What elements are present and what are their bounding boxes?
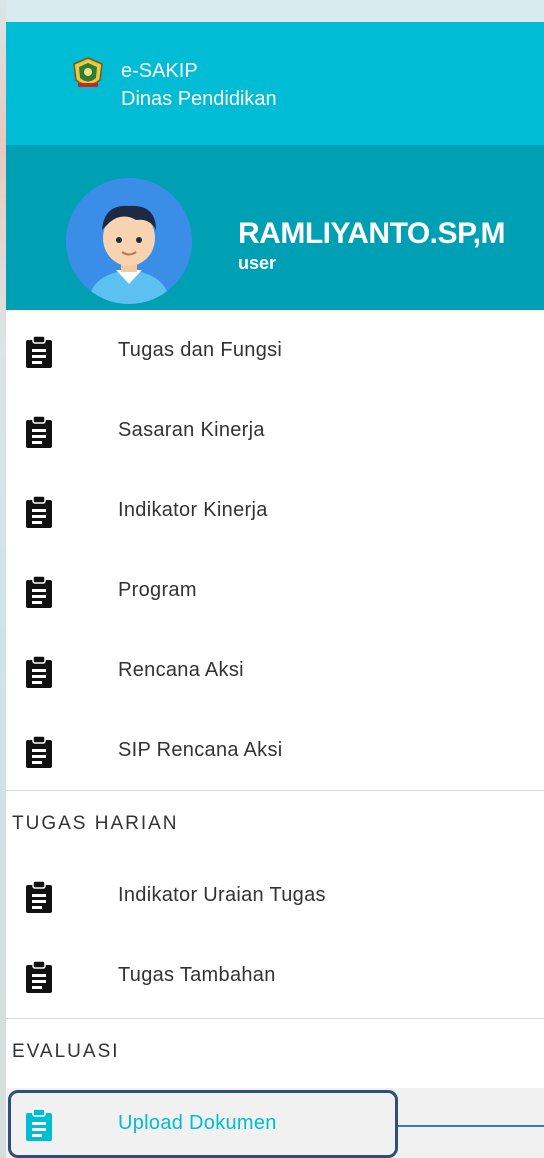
user-name: RAMLIYANTO.SP,M	[238, 217, 506, 250]
clipboard-icon	[26, 415, 52, 448]
section-header-label: TUGAS HARIAN	[12, 813, 179, 834]
org-name: Dinas Pendidikan	[121, 88, 277, 110]
menu-item-tugas-tambahan[interactable]: Tugas Tambahan	[6, 940, 544, 1010]
menu-item-label: Tugas dan Fungsi	[118, 339, 283, 361]
callout-line	[398, 1125, 544, 1127]
clipboard-icon	[26, 735, 52, 768]
section-header-tugas-harian: TUGAS HARIAN	[6, 790, 544, 851]
menu-item-sip-rencana-aksi[interactable]: SIP Rencana Aksi	[6, 715, 544, 785]
menu-item-sasaran-kinerja[interactable]: Sasaran Kinerja	[6, 395, 544, 465]
section-header-label: EVALUASI	[12, 1041, 120, 1062]
menu-item-indikator-kinerja[interactable]: Indikator Kinerja	[6, 475, 544, 545]
section-header-evaluasi: EVALUASI	[6, 1018, 544, 1079]
app-name: e-SAKIP	[121, 60, 198, 82]
government-crest-icon	[73, 57, 103, 87]
clipboard-icon	[26, 335, 52, 368]
clipboard-icon	[26, 575, 52, 608]
clipboard-icon	[26, 960, 52, 993]
menu-item-label: Indikator Uraian Tugas	[118, 884, 326, 906]
brand-header[interactable]: e-SAKIP Dinas Pendidikan	[6, 22, 544, 145]
menu-item-label: Program	[118, 579, 197, 601]
avatar-boy-icon	[66, 178, 192, 304]
highlight-box	[8, 1090, 398, 1158]
menu-item-indikator-uraian-tugas[interactable]: Indikator Uraian Tugas	[6, 860, 544, 930]
menu-item-tugas-dan-fungsi[interactable]: Tugas dan Fungsi	[6, 315, 544, 385]
sidebar: e-SAKIP Dinas Pendidikan RAMLIYANTO.SP,M…	[6, 0, 544, 1158]
clipboard-icon	[26, 880, 52, 913]
clipboard-icon	[26, 655, 52, 688]
menu-item-label: Sasaran Kinerja	[118, 419, 265, 441]
menu-item-label: Tugas Tambahan	[118, 964, 276, 986]
menu-item-program[interactable]: Program	[6, 555, 544, 625]
menu-item-label: SIP Rencana Aksi	[118, 739, 283, 761]
menu-item-label: Rencana Aksi	[118, 659, 244, 681]
user-panel: RAMLIYANTO.SP,M user	[6, 145, 544, 310]
user-role: user	[238, 253, 277, 273]
menu-item-label: Indikator Kinerja	[118, 499, 268, 521]
clipboard-icon	[26, 495, 52, 528]
avatar[interactable]	[66, 178, 192, 304]
sidebar-top-bar	[6, 0, 544, 22]
menu-item-rencana-aksi[interactable]: Rencana Aksi	[6, 635, 544, 705]
